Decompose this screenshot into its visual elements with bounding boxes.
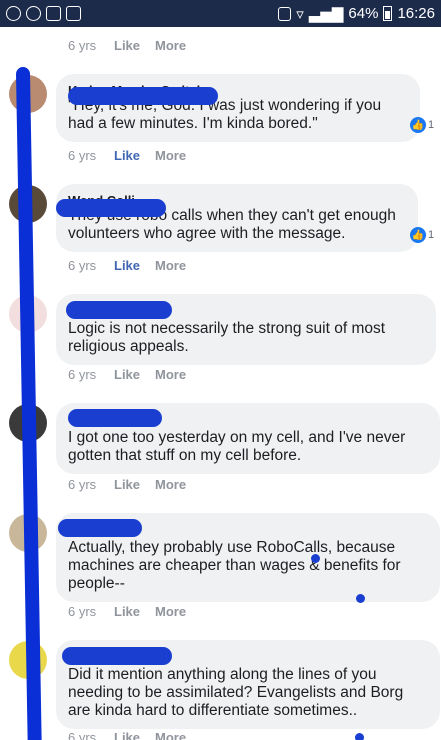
sync-icon xyxy=(26,6,41,21)
signal-icon: ▃▅▇ xyxy=(308,5,344,23)
redaction-line xyxy=(15,66,43,740)
more-button[interactable]: More xyxy=(155,148,186,163)
battery-icon xyxy=(383,6,393,21)
comment-time: 6 yrs xyxy=(68,258,97,273)
comment-text: I got one too yesterday on my cell, and … xyxy=(68,429,410,464)
comment-bubble[interactable]: Wend Colli They use robo calls when they… xyxy=(56,184,418,252)
clock: 16:26 xyxy=(397,5,435,22)
status-bar: ▿ ▃▅▇ 64% 16:26 xyxy=(0,0,441,27)
redaction-scribble xyxy=(58,519,142,537)
like-button[interactable]: Like xyxy=(114,258,155,273)
battery-percent: 64% xyxy=(348,5,379,22)
image-icon xyxy=(66,6,81,21)
like-button[interactable]: Like xyxy=(114,148,155,163)
comment-actions: 6 yrs Like More xyxy=(68,258,186,273)
comment-time: 6 yrs xyxy=(68,730,97,740)
redaction-scribble xyxy=(56,199,166,217)
comment-actions: 6 yrs Like More xyxy=(68,477,186,492)
comment-time: 6 yrs xyxy=(68,148,97,163)
thumbs-up-icon: 👍 xyxy=(410,117,426,133)
redaction-scribble xyxy=(68,87,218,105)
notification-icon xyxy=(46,6,61,21)
comment-text: Did it mention anything along the lines … xyxy=(68,666,408,719)
messenger-icon xyxy=(6,6,21,21)
comment-actions: 6 yrs Like More xyxy=(68,604,186,619)
reaction-number: 1 xyxy=(428,119,435,131)
redaction-scribble xyxy=(66,301,172,319)
redaction-scribble xyxy=(68,409,162,427)
reaction-count[interactable]: 👍 1 xyxy=(410,117,434,133)
nfc-icon xyxy=(278,6,292,21)
comment-actions: 6 yrs Like More xyxy=(68,367,186,382)
reaction-number: 1 xyxy=(428,229,435,241)
comment-time: 6 yrs xyxy=(68,367,97,382)
more-button[interactable]: More xyxy=(155,730,186,740)
system-status: ▿ ▃▅▇ 64% 16:26 xyxy=(278,5,435,23)
reaction-count[interactable]: 👍 1 xyxy=(410,227,434,243)
comment-bubble[interactable]: Kaden Meador Sedtal "Hey, it's me, God. … xyxy=(56,74,420,142)
scribble-dot xyxy=(311,554,320,563)
more-button[interactable]: More xyxy=(155,258,186,273)
comment-time: 6 yrs xyxy=(68,604,97,619)
notification-icons xyxy=(6,6,81,21)
comment-time: 6 yrs xyxy=(68,38,97,53)
like-button[interactable]: Like xyxy=(114,38,155,53)
comment-text: Actually, they probably use RoboCalls, b… xyxy=(68,539,405,592)
comment-time: 6 yrs xyxy=(68,477,97,492)
wifi-icon: ▿ xyxy=(296,5,304,23)
more-button[interactable]: More xyxy=(155,38,186,53)
comment-feed[interactable]: 6 yrs Like More Kaden Meador Sedtal "Hey… xyxy=(0,27,441,740)
like-button[interactable]: Like xyxy=(114,477,155,492)
like-button[interactable]: Like xyxy=(114,367,155,382)
redaction-scribble xyxy=(62,647,172,665)
comment-actions: 6 yrs Like More xyxy=(68,38,186,53)
comment-actions: 6 yrs Like More xyxy=(68,148,186,163)
scribble-dot xyxy=(355,733,364,740)
comment-actions: 6 yrs Like More xyxy=(68,730,186,740)
more-button[interactable]: More xyxy=(155,477,186,492)
thumbs-up-icon: 👍 xyxy=(410,227,426,243)
more-button[interactable]: More xyxy=(155,367,186,382)
scribble-dot xyxy=(356,594,365,603)
more-button[interactable]: More xyxy=(155,604,186,619)
comment-text: Logic is not necessarily the strong suit… xyxy=(68,320,390,355)
like-button[interactable]: Like xyxy=(114,604,155,619)
like-button[interactable]: Like xyxy=(114,730,155,740)
